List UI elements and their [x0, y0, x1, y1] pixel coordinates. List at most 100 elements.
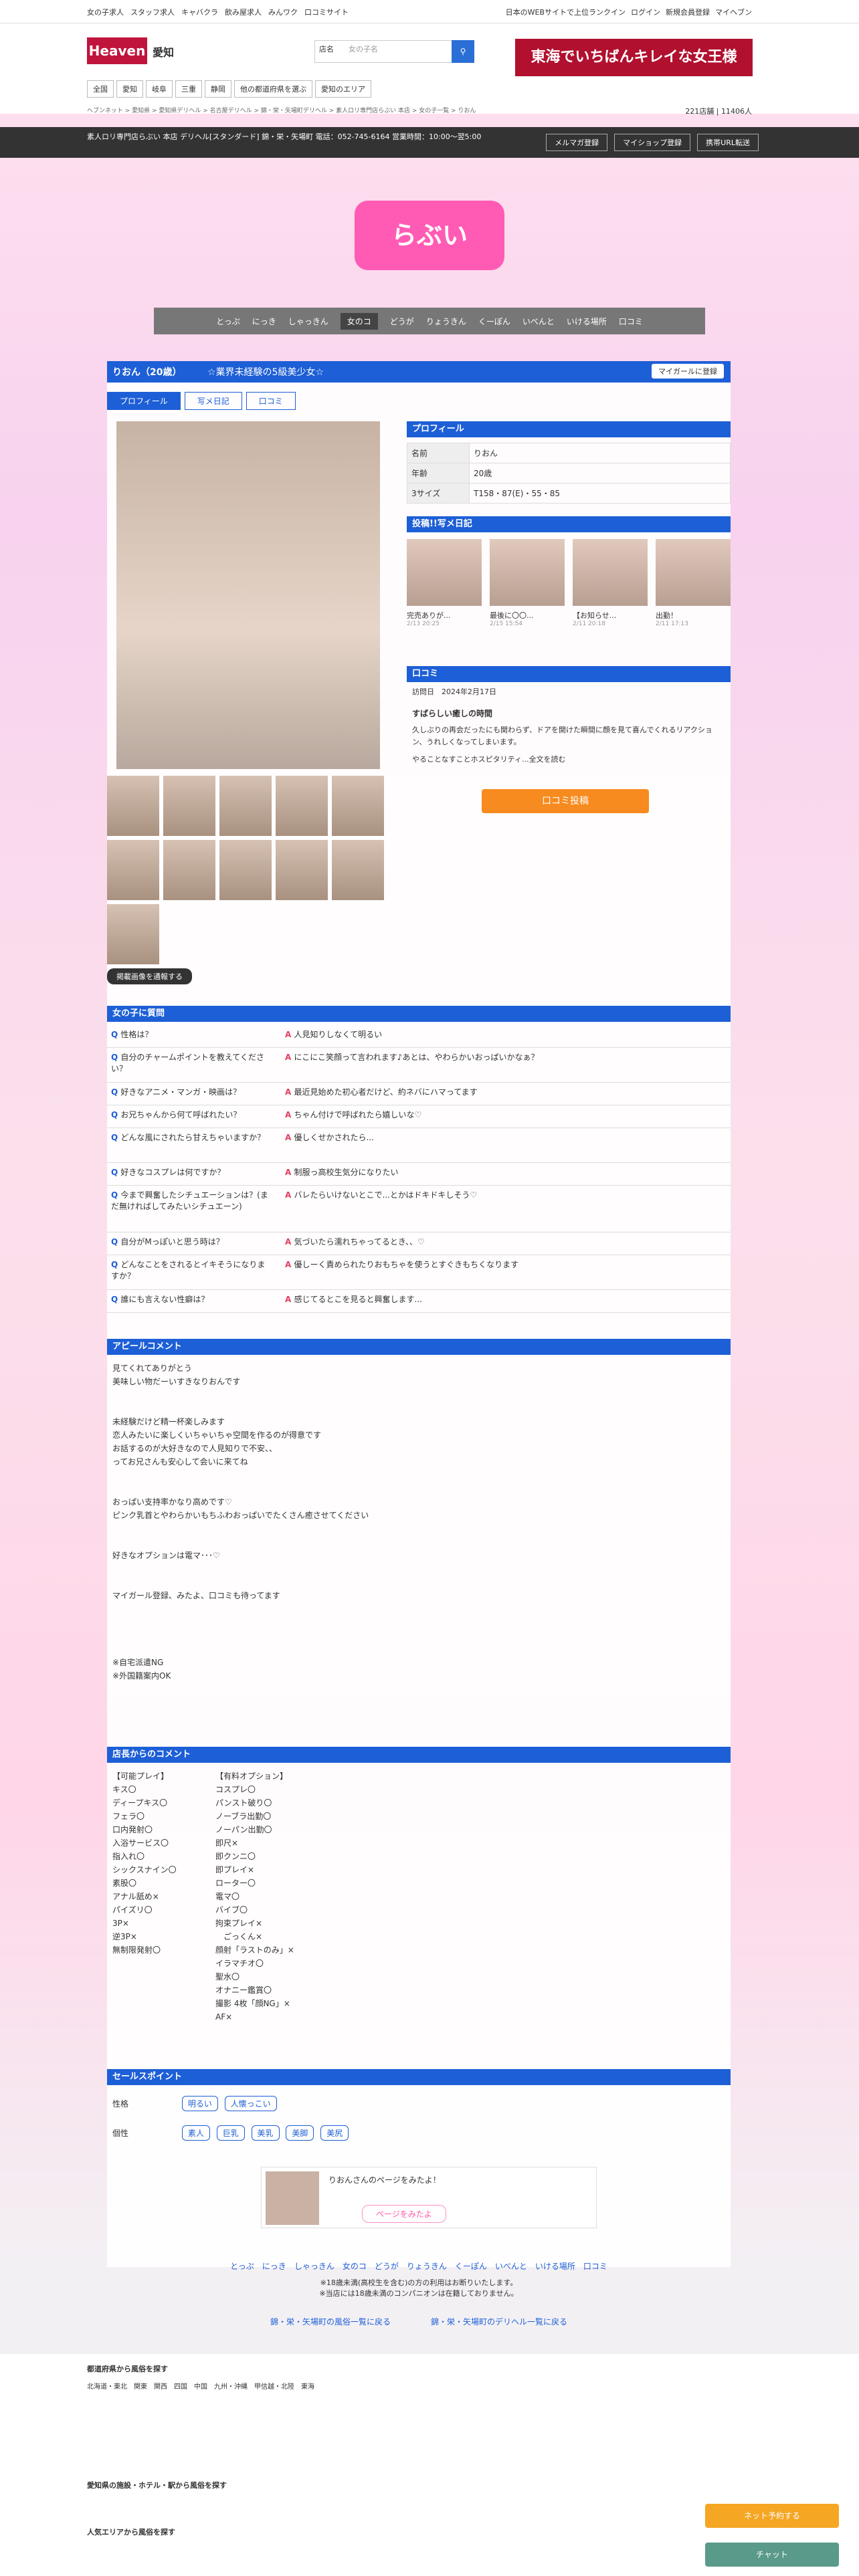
mailmag-button[interactable]: メルマガ登録	[546, 134, 608, 151]
back-link-fuzoku[interactable]: 錦・栄・矢場町の風俗一覧に戻る	[270, 2316, 391, 2327]
diary-card[interactable]: 出勤！ 2/11 17:13	[656, 539, 731, 646]
myheaven-link[interactable]: マイヘブン	[715, 7, 752, 17]
top-link[interactable]: 飲み屋求人	[225, 7, 262, 17]
tab-profile[interactable]: プロフィール	[107, 392, 181, 410]
qa-answer: 気づいたら濡れちゃってるとき、、♡	[285, 1236, 727, 1247]
review-box: 訪問日 2024年2月17日 すばらしい癒しの時間 久しぶりの再会だったにも関わ…	[407, 681, 731, 770]
region-nav: 全国 愛知 岐阜 三重 静岡 他の都道府県を選ぶ 愛知のエリア	[87, 80, 371, 98]
menu-item-active[interactable]: 女のコ	[340, 312, 378, 330]
nav-item[interactable]: 全国	[87, 80, 114, 98]
thumbnail[interactable]	[219, 840, 272, 900]
nav-item[interactable]: 岐阜	[146, 80, 173, 98]
menu-item[interactable]: どうが	[390, 316, 414, 327]
diary-card[interactable]: 完売ありが... 2/13 20:25	[407, 539, 482, 646]
my-girl-button[interactable]: マイガールに登録	[652, 364, 724, 379]
tab-diary[interactable]: 写メ日記	[184, 392, 242, 410]
sales-tag: 素人	[181, 2125, 210, 2141]
nav-item[interactable]: 静岡	[205, 80, 231, 98]
profile-value: T158・87(E)・55・85	[469, 483, 731, 504]
qa-question: 今まで興奮したシチュエーションは？(まだ無ければしてみたいシチュエーン)	[111, 1189, 272, 1212]
thumbnail[interactable]	[107, 904, 159, 964]
post-review-button[interactable]: 口コミ投稿	[482, 789, 649, 813]
mobile-url-button[interactable]: 携帯URL転送	[697, 134, 759, 151]
myshop-button[interactable]: マイショップ登録	[614, 134, 691, 151]
shop-count: 221店舗 | 11406人	[685, 107, 752, 116]
option-list: 【有料オプション】 コスプレ〇 パンスト破り〇 ノーブラ出勤〇 ノーパン出勤〇 …	[215, 1772, 294, 2022]
footer-title-pref: 都道府県から風俗を探す	[87, 2365, 168, 2373]
diary-card[interactable]: 最後に〇〇... 2/15 15:54	[490, 539, 565, 646]
main-photo[interactable]	[116, 421, 380, 769]
thumbnail[interactable]	[276, 840, 328, 900]
nav-item[interactable]: 愛知	[116, 80, 143, 98]
menu-item[interactable]: いける場所	[567, 316, 607, 327]
thumbnail[interactable]	[276, 776, 328, 836]
nav-item[interactable]: 三重	[175, 80, 202, 98]
diary-title: 出勤！	[656, 611, 678, 620]
thumbnail[interactable]	[219, 776, 272, 836]
report-image-button[interactable]: 掲載画像を通報する	[107, 968, 192, 984]
login-link[interactable]: ログイン	[631, 7, 660, 17]
profile-table: 名前 りおん 年齢 20歳 3サイズ T158・87(E)・55・85	[407, 443, 731, 504]
diary-image	[656, 539, 731, 606]
footer-title-popular: 人気エリアから風俗を探す	[87, 2528, 175, 2537]
thumbnail[interactable]	[107, 776, 159, 836]
play-list: 【可能プレイ】 キス〇 ディープキス〇 フェラ〇 口内発射〇 入浴サービス〇 指…	[112, 1772, 177, 1955]
top-link[interactable]: キャバクラ	[181, 7, 218, 17]
qa-question: どんなことをされるとイキそうになりますか？	[111, 1259, 272, 1281]
sales-tag: 美尻	[320, 2125, 349, 2141]
chat-button[interactable]: チャット	[705, 2543, 839, 2567]
review-date: 訪問日 2024年2月17日	[412, 687, 496, 696]
qa-row: 誰にも言えない性癖は？ 感じてるとこを見ると興奮します...	[107, 1289, 731, 1313]
back-link-deli[interactable]: 錦・栄・矢場町のデリヘル一覧に戻る	[431, 2316, 567, 2327]
shop-logo[interactable]: らぶい	[355, 201, 504, 270]
tab-review[interactable]: 口コミ	[246, 392, 296, 410]
diary-card[interactable]: 【お知らせ... 2/11 20:18	[573, 539, 648, 646]
menu-item[interactable]: 口コミ	[619, 316, 643, 327]
top-right-links: 日本のWEBサイトで上位ランクイン ログイン 新規会員登録 マイヘブン	[506, 7, 752, 17]
diary-header: 投稿!!写メ日記	[407, 516, 731, 532]
thumbnail[interactable]	[332, 840, 384, 900]
menu-item[interactable]: とっぷ	[216, 316, 240, 327]
net-reserve-button[interactable]: ネット予約する	[705, 2504, 839, 2528]
search-label: 店名	[319, 45, 334, 53]
area-title: 愛知	[153, 46, 175, 59]
menu-item[interactable]: りょうきん	[426, 316, 466, 327]
review-read-more[interactable]: やることなすことホスピタリティ...全文を読む	[407, 748, 731, 770]
diary-date: 2/13 20:25	[407, 621, 440, 627]
qa-answer: 制服っ高校生気分になりたい	[285, 1166, 727, 1178]
search-box: 店名 女の子名 ⚲	[314, 40, 474, 63]
diary-title: 完売ありが...	[407, 611, 451, 620]
menu-item[interactable]: しゃっきん	[288, 316, 328, 327]
qa-answer: 優しくせかされたら...	[285, 1132, 727, 1143]
search-icon[interactable]: ⚲	[452, 40, 474, 63]
bottom-menu[interactable]: とっぷ にっき しゃっきん 女のコ どうが りょうきん くーぽん いべんと いけ…	[107, 2260, 731, 2272]
nav-item[interactable]: 他の都道府県を選ぶ	[234, 80, 312, 98]
thumbnail[interactable]	[332, 776, 384, 836]
top-link[interactable]: みんワク	[268, 7, 298, 17]
seen-page-button[interactable]: ページをみたよ	[362, 2205, 446, 2223]
search-input[interactable]: 女の子名	[349, 43, 378, 54]
footer-title-facility: 愛知県の施設・ホテル・駅から風俗を探す	[87, 2481, 227, 2490]
top-link[interactable]: 女の子求人	[87, 7, 124, 17]
qa-question: お兄ちゃんから何て呼ばれたい？	[111, 1109, 272, 1120]
top-link[interactable]: 口コミサイト	[304, 7, 349, 17]
nav-item[interactable]: 愛知のエリア	[315, 80, 371, 98]
top-link[interactable]: スタッフ求人	[130, 7, 175, 17]
qa-answer: 感じてるとこを見ると興奮します...	[285, 1293, 727, 1305]
age-note-2: ※当店には18歳未満のコンパニオンは在籍しておりません。	[319, 2289, 518, 2298]
ad-banner[interactable]: 東海でいちばんキレイな女王様	[515, 39, 753, 76]
thumbnail[interactable]	[163, 840, 215, 900]
heaven-logo[interactable]: Heaven	[87, 37, 147, 64]
thumbnail[interactable]	[107, 840, 159, 900]
menu-item[interactable]: いべんと	[522, 316, 555, 327]
qa-row: 性格は？ 人見知りしなくて明るい	[107, 1025, 731, 1048]
review-body: 久しぶりの再会だったにも関わらず、ドアを開けた瞬間に顔を見て喜んでくれるリアクシ…	[412, 726, 712, 746]
signup-link[interactable]: 新規会員登録	[666, 7, 710, 17]
menu-item[interactable]: くーぽん	[478, 316, 510, 327]
footer-regions[interactable]: 北海道・東北 関東 関西 四国 中国 九州・沖縄 甲信越・北陸 東海	[87, 2381, 689, 2391]
qa-answer: 人見知りしなくて明るい	[285, 1029, 727, 1040]
menu-item[interactable]: にっき	[252, 316, 276, 327]
profile-key: 年齢	[407, 463, 470, 484]
diary-date: 2/11 20:18	[573, 621, 606, 627]
thumbnail[interactable]	[163, 776, 215, 836]
